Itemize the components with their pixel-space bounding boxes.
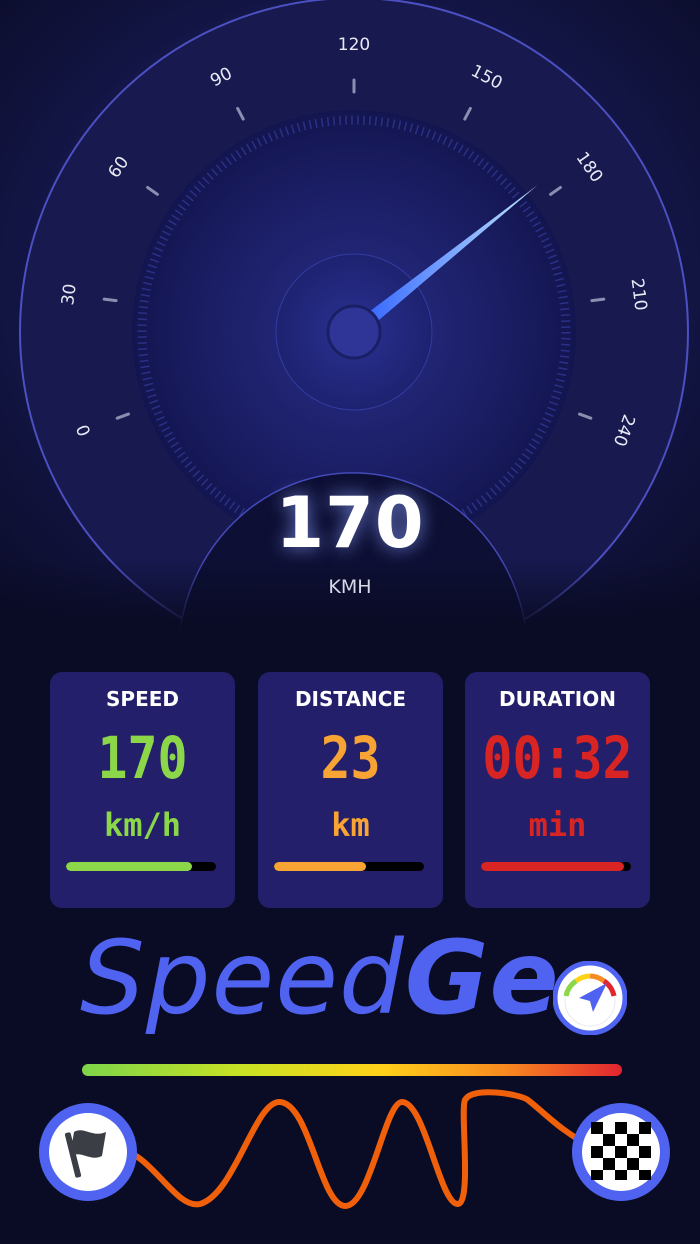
duration-card-title: DURATION xyxy=(499,687,616,711)
route-path xyxy=(115,1089,593,1210)
speed-progress-bar xyxy=(66,862,216,871)
distance-card-title: DISTANCE xyxy=(294,687,407,711)
duration-card: DURATION 00:32 min xyxy=(465,672,650,908)
speed-progress-fill xyxy=(66,862,192,871)
route-illustration xyxy=(39,1089,670,1210)
distance-progress-fill xyxy=(274,862,366,871)
gauge-tick-210 xyxy=(590,297,606,303)
color-gradient-bar xyxy=(82,1064,622,1076)
distance-card-value: 23 xyxy=(320,724,381,792)
duration-progress-bar xyxy=(481,862,631,871)
distance-card-unit: km xyxy=(331,806,370,844)
distance-card: DISTANCE 23 km xyxy=(258,672,443,908)
gauge-tick-30 xyxy=(102,297,118,303)
current-speed-value: 170 xyxy=(275,482,425,564)
speed-card-value: 170 xyxy=(97,724,188,792)
speed-card-title: SPEED xyxy=(106,687,179,711)
gauge-needle-cap xyxy=(326,304,382,360)
checkered-flag-icon xyxy=(591,1122,651,1180)
distance-progress-bar xyxy=(274,862,424,871)
speed-card-unit: km/h xyxy=(103,806,182,844)
speed-unit-label: KMH xyxy=(328,576,372,598)
duration-card-unit: min xyxy=(528,806,587,844)
speed-card: SPEED 170 km/h xyxy=(50,672,235,908)
duration-card-value: 00:32 xyxy=(482,724,633,792)
logo-word-speed: Speed xyxy=(80,919,405,1038)
speedometer-logo-icon xyxy=(553,961,627,1035)
gauge-label-30: 30 xyxy=(58,283,81,307)
duration-progress-fill xyxy=(481,862,624,871)
gauge-label-120: 120 xyxy=(338,35,370,55)
start-marker xyxy=(39,1103,137,1201)
finish-marker xyxy=(572,1103,670,1201)
gauge-label-210: 210 xyxy=(627,277,651,312)
app-logo-text: SpeedGe xyxy=(80,920,560,1037)
logo-word-ge: Ge xyxy=(404,919,560,1038)
